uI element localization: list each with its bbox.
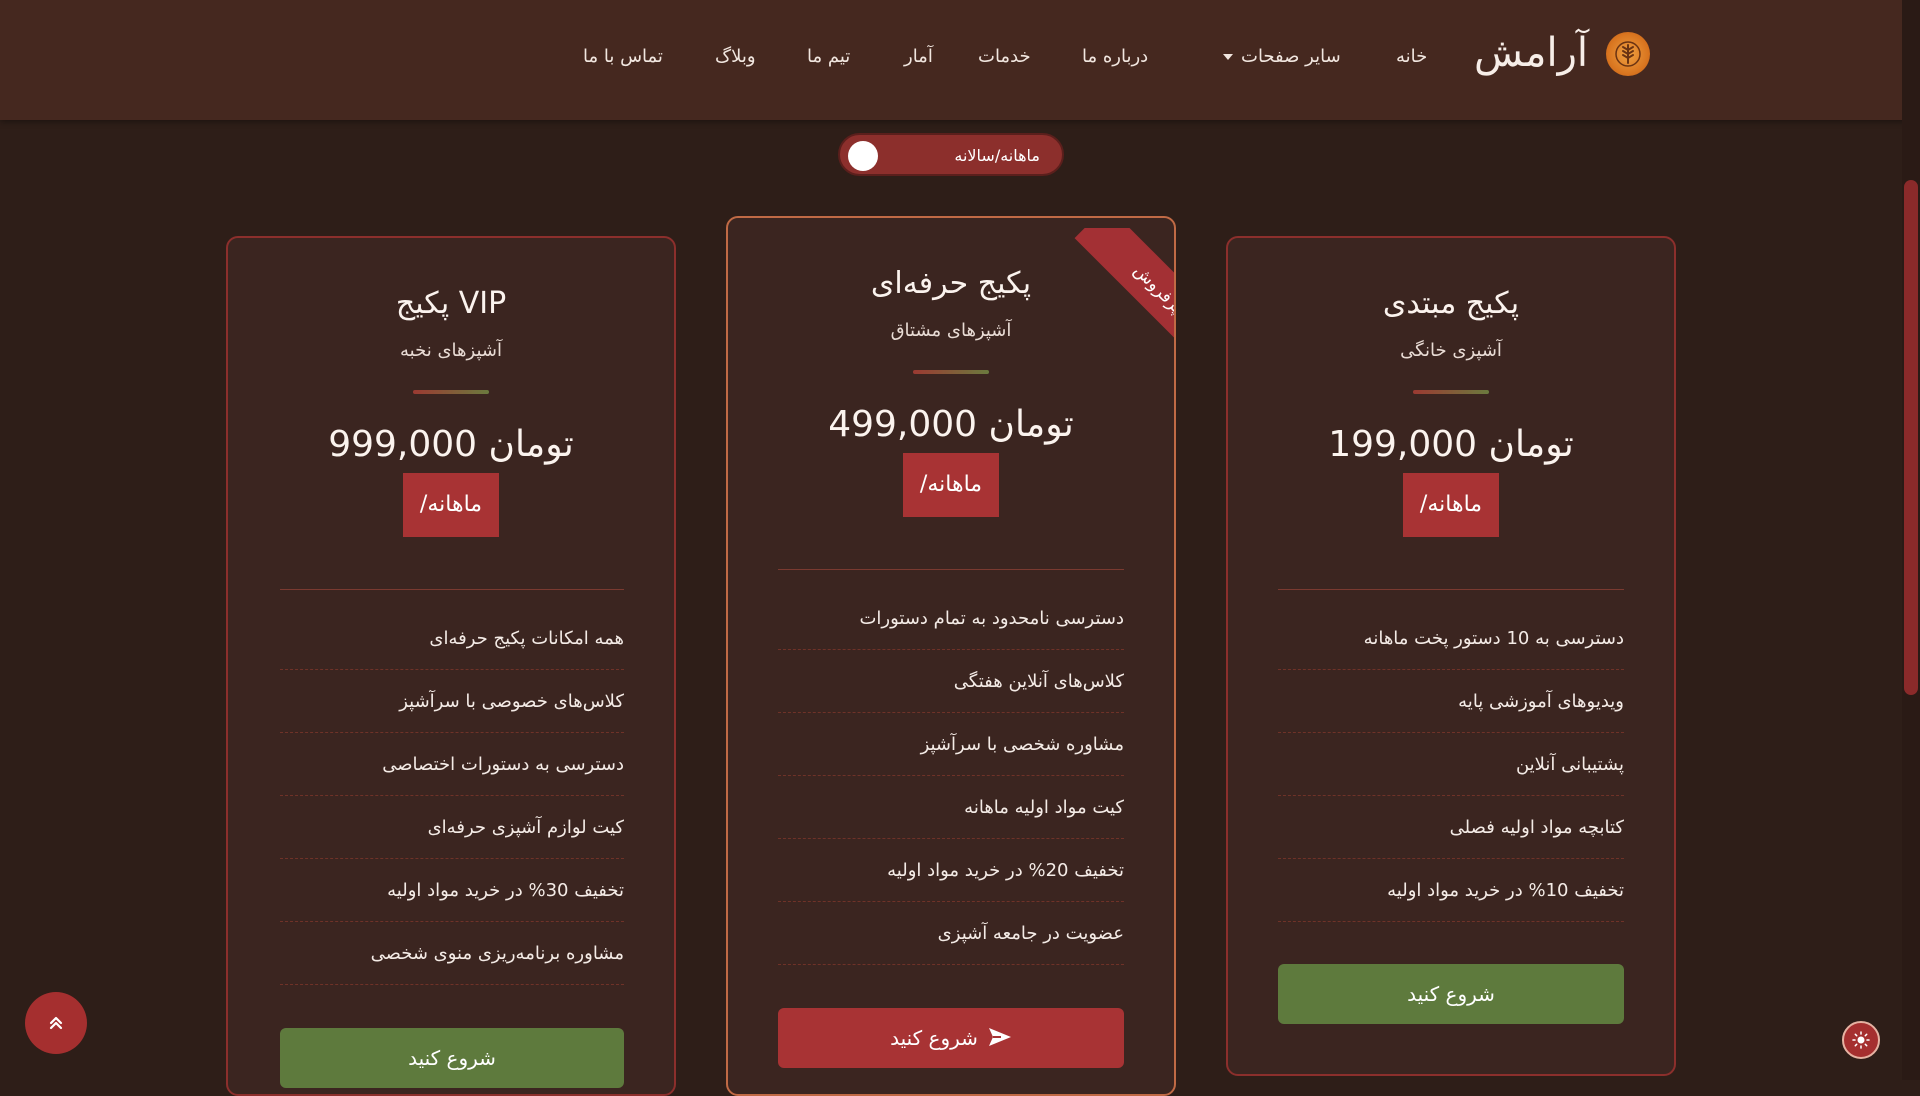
start-button-vip[interactable]: شروع کنید [280,1028,624,1088]
scrollbar[interactable] [1902,0,1920,1080]
caret-down-icon [1223,54,1233,60]
feature-item: تخفیف 10% در خرید مواد اولیه [1278,860,1624,922]
wheat-logo-icon [1606,32,1650,76]
divider [280,589,624,590]
nav-other-pages[interactable]: سایر صفحات [1223,46,1341,67]
plan-card-pro: پرفروش پکیج حرفه‌ای آشپزهای مشتاق 499,00… [726,216,1176,1096]
back-to-top-button[interactable] [25,992,87,1054]
feature-item: ویدیوهای آموزشی پایه [1278,671,1624,733]
feature-item: پشتیبانی آنلاین [1278,734,1624,796]
chevron-double-up-icon [49,1016,63,1030]
plan-period: /ماهانه [403,473,499,537]
plan-price: 199,000 تومان [1328,424,1574,465]
plan-title: پکیج حرفه‌ای [870,266,1032,301]
feature-item: کلاس‌های آنلاین هفتگی [778,651,1124,713]
start-button-label: شروع کنید [890,1026,978,1050]
feature-item: مشاوره برنامه‌ریزی منوی شخصی [280,923,624,985]
title-underline [1413,390,1489,394]
navbar: آرامش خانه سایر صفحات درباره ما خدمات آم… [0,0,1920,120]
sun-icon [1852,1031,1870,1049]
scrollbar-thumb[interactable] [1904,180,1918,695]
brand-name: آرامش [1474,30,1588,76]
nav-team[interactable]: تیم ما [807,46,850,67]
plan-title: پکیج مبتدی [1382,286,1520,321]
feature-item: کیت مواد اولیه ماهانه [778,777,1124,839]
plan-subtitle: آشپزهای نخبه [400,340,502,361]
divider [778,569,1124,570]
feature-item: همه امکانات پکیج حرفه‌ای [280,608,624,670]
feature-item: کتابچه مواد اولیه فصلی [1278,797,1624,859]
theme-toggle-button[interactable] [1842,1021,1880,1059]
plan-price: 499,000 تومان [828,404,1074,445]
billing-toggle-label: ماهانه/سالانه [954,146,1040,165]
start-button-basic[interactable]: شروع کنید [1278,964,1624,1024]
feature-item: تخفیف 20% در خرید مواد اولیه [778,840,1124,902]
feature-item: تخفیف 30% در خرید مواد اولیه [280,860,624,922]
title-underline [413,390,489,394]
start-button-pro[interactable]: شروع کنید [778,1008,1124,1068]
nav-other-pages-label: سایر صفحات [1241,46,1341,67]
feature-item: دسترسی نامحدود به تمام دستورات [778,588,1124,650]
nav-stats[interactable]: آمار [904,46,933,67]
billing-toggle[interactable]: ماهانه/سالانه [838,133,1064,176]
plan-subtitle: آشپزی خانگی [1400,340,1502,361]
divider [1278,589,1624,590]
nav-contact[interactable]: تماس با ما [583,46,663,67]
brand[interactable]: آرامش [1470,28,1650,92]
plan-price: 999,000 تومان [328,424,574,465]
feature-item: دسترسی به 10 دستور پخت ماهانه [1278,608,1624,670]
nav-services[interactable]: خدمات [978,46,1031,67]
plan-title: پکیج VIP [395,286,507,321]
plan-card-basic: پکیج مبتدی آشپزی خانگی 199,000 تومان /ما… [1226,236,1676,1076]
nav-home[interactable]: خانه [1396,46,1427,67]
plan-period: /ماهانه [903,453,999,517]
nav-blog[interactable]: وبلاگ [715,46,756,67]
feature-item: دسترسی به دستورات اختصاصی [280,734,624,796]
toggle-knob[interactable] [848,141,878,171]
plan-subtitle: آشپزهای مشتاق [890,320,1012,341]
feature-item: کلاس‌های خصوصی با سرآشپز [280,671,624,733]
plan-period: /ماهانه [1403,473,1499,537]
feature-item: کیت لوازم آشپزی حرفه‌ای [280,797,624,859]
plan-card-vip: پکیج VIP آشپزهای نخبه 999,000 تومان /ماه… [226,236,676,1096]
nav-about[interactable]: درباره ما [1082,46,1148,67]
title-underline [913,370,989,374]
feature-item: مشاوره شخصی با سرآشپز [778,714,1124,776]
feature-item: عضویت در جامعه آشپزی [778,903,1124,965]
send-icon [988,1010,1012,1070]
